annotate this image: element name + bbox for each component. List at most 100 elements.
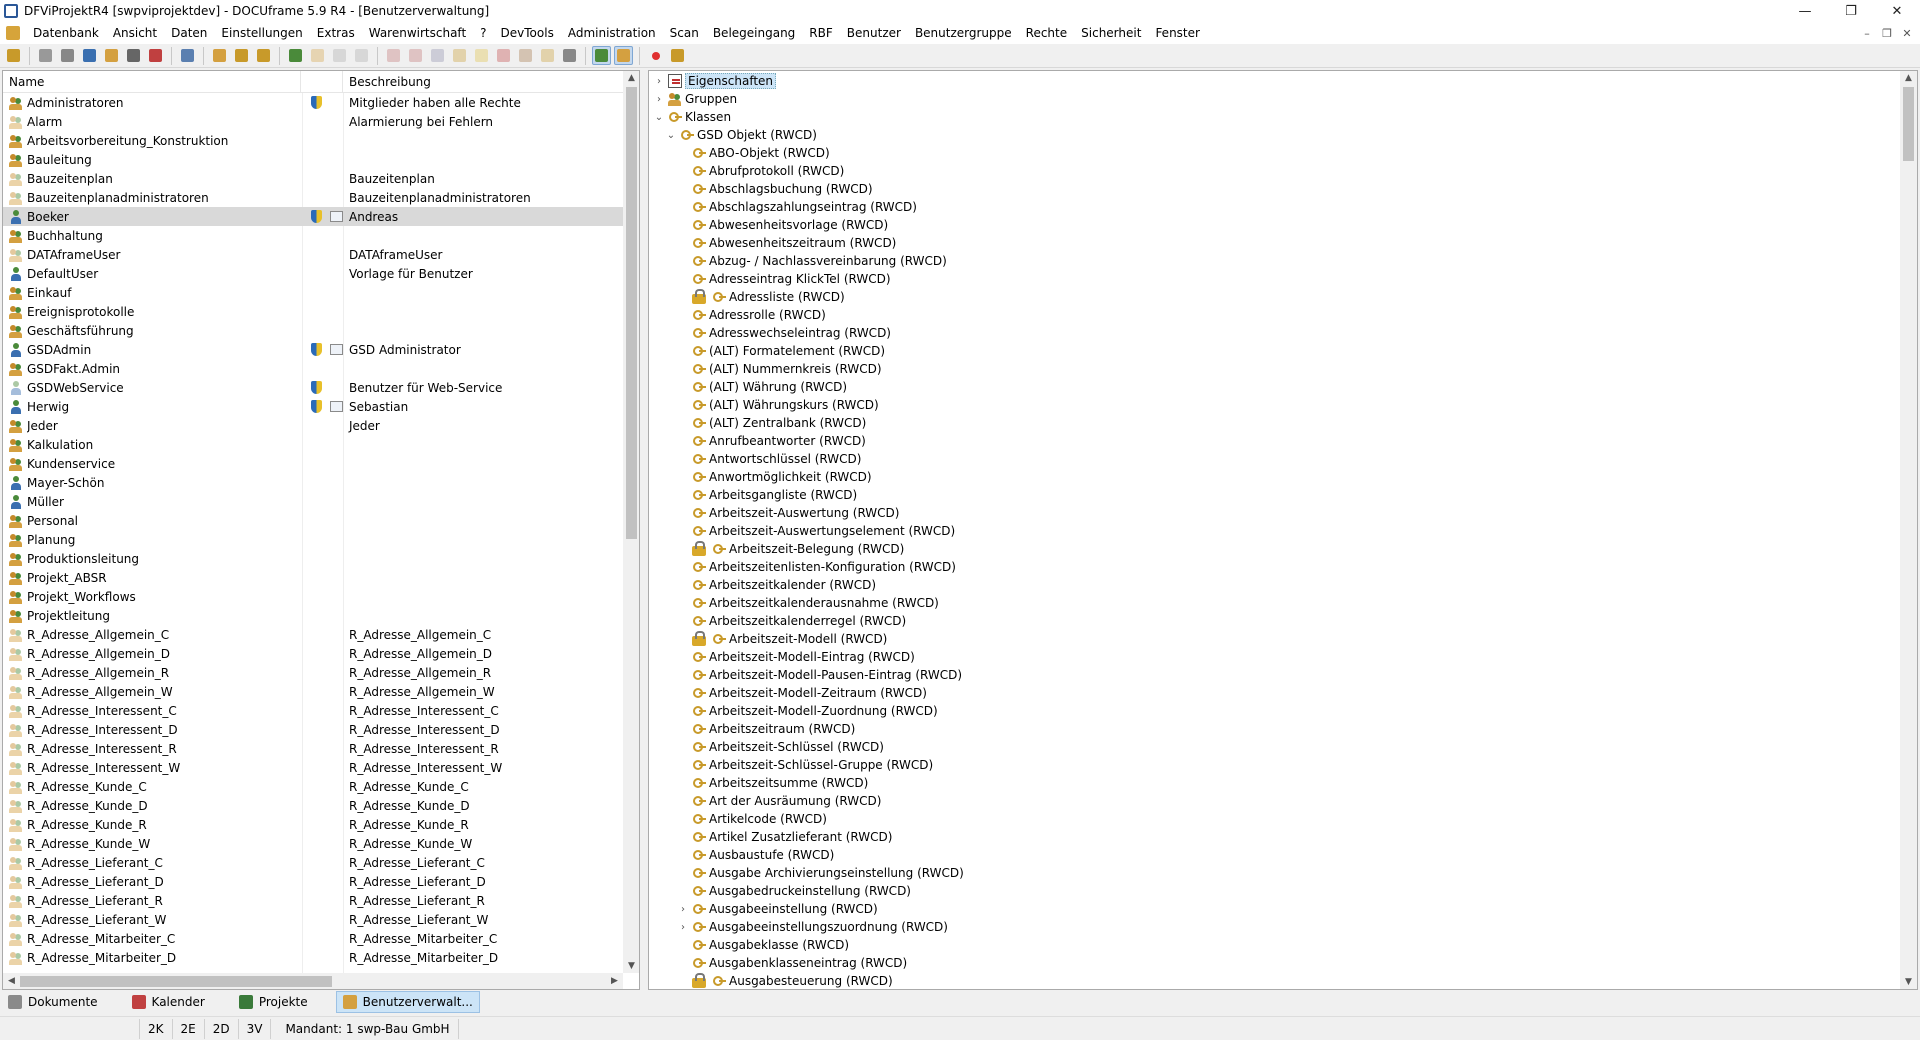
table-row[interactable]: Administratoren Mitglieder haben alle Rec… (3, 93, 623, 112)
tree-node-class[interactable]: Abschlagsbuchung (RWCD) (677, 180, 873, 198)
tree-node-class[interactable]: (ALT) Nummernkreis (RWCD) (677, 360, 882, 378)
tree-node-class[interactable]: Abwesenheitszeitraum (RWCD) (677, 234, 896, 252)
toolbar-user-button[interactable] (286, 46, 305, 65)
tree-node-eigenschaften[interactable]: › Eigenschaften (653, 72, 777, 90)
vertical-scrollbar[interactable]: ▲ ▼ (1900, 71, 1917, 989)
tree-node-class[interactable]: Arbeitszeit-Auswertungselement (RWCD) (677, 522, 955, 540)
tree-node-class[interactable]: Artikel Zusatzlieferant (RWCD) (677, 828, 892, 846)
tree-node-class[interactable]: Arbeitszeit-Modell-Eintrag (RWCD) (677, 648, 915, 666)
toolbar-flash-button[interactable] (668, 46, 687, 65)
toolbar-cut-button[interactable] (494, 46, 513, 65)
table-row[interactable]: R_Adresse_Allgemein_C R_Adresse_Allgemein… (3, 625, 623, 644)
table-row[interactable]: R_Adresse_Interessent_W R_Adresse_Interes… (3, 758, 623, 777)
table-row[interactable]: Projekt_Workflows (3, 587, 623, 606)
toolbar-export-button[interactable] (254, 46, 273, 65)
tree-node-class[interactable]: Arbeitszeitsumme (RWCD) (677, 774, 868, 792)
tree-node-class[interactable]: Antwortschlüssel (RWCD) (677, 450, 861, 468)
tree-node-class[interactable]: Arbeitszeit-Belegung (RWCD) (677, 540, 904, 558)
expand-arrow-icon[interactable]: › (677, 904, 689, 915)
table-row[interactable]: R_Adresse_Allgemein_R R_Adresse_Allgemein… (3, 663, 623, 682)
tree-node-class[interactable]: (ALT) Zentralbank (RWCD) (677, 414, 866, 432)
expand-arrow-icon[interactable]: › (677, 922, 689, 933)
toolbar-group-button[interactable] (308, 46, 327, 65)
tree-node-class[interactable]: Ausgabesteuerung (RWCD) (677, 972, 893, 989)
menu-scan[interactable]: Scan (663, 26, 706, 40)
tab-kalender[interactable]: Kalender (126, 991, 211, 1013)
tree-node-class[interactable]: Ausgabe Archivierungseinstellung (RWCD) (677, 864, 964, 882)
expand-arrow-icon[interactable]: › (653, 76, 665, 87)
restore-button[interactable]: ❐ (1828, 0, 1874, 22)
table-row[interactable]: Produktionsleitung (3, 549, 623, 568)
mdi-restore-button[interactable]: ❐ (1878, 24, 1896, 42)
tree-node-class[interactable]: Arbeitszeit-Schlüssel (RWCD) (677, 738, 884, 756)
tree-node-class[interactable]: Adressliste (RWCD) (677, 288, 845, 306)
table-row[interactable]: R_Adresse_Mitarbeiter_C R_Adresse_Mitarbe… (3, 929, 623, 948)
tree-node-class[interactable]: Arbeitszeitkalender (RWCD) (677, 576, 876, 594)
scroll-thumb[interactable] (626, 87, 637, 539)
scroll-thumb[interactable] (20, 976, 332, 987)
tree-node-class[interactable]: Arbeitsgangliste (RWCD) (677, 486, 857, 504)
tree-node-klassen[interactable]: ⌄ Klassen (653, 108, 731, 126)
tree-node-class[interactable]: Arbeitszeit-Modell-Pausen-Eintrag (RWCD) (677, 666, 962, 684)
table-row[interactable]: Kalkulation (3, 435, 623, 454)
tree-node-class[interactable]: Arbeitszeitkalenderregel (RWCD) (677, 612, 906, 630)
table-row[interactable]: R_Adresse_Allgemein_W R_Adresse_Allgemein… (3, 682, 623, 701)
table-row[interactable]: DefaultUser Vorlage für Benutzer (3, 264, 623, 283)
menu-benutzer[interactable]: Benutzer (840, 26, 908, 40)
tree-node-class[interactable]: Arbeitszeit-Modell (RWCD) (677, 630, 887, 648)
toolbar-window-button[interactable] (58, 46, 77, 65)
menu-fenster[interactable]: Fenster (1148, 26, 1207, 40)
toolbar-note-button[interactable] (102, 46, 121, 65)
tree-node-class[interactable]: Art der Ausräumung (RWCD) (677, 792, 881, 810)
table-row[interactable]: R_Adresse_Kunde_C R_Adresse_Kunde_C (3, 777, 623, 796)
table-row[interactable]: R_Adresse_Kunde_W R_Adresse_Kunde_W (3, 834, 623, 853)
tree-node-class[interactable]: Adresseintrag KlickTel (RWCD) (677, 270, 891, 288)
tree-node-class[interactable]: › Ausgabeeinstellung (RWCD) (677, 900, 878, 918)
tree-node-class[interactable]: Abwesenheitsvorlage (RWCD) (677, 216, 888, 234)
toolbar-user-edit-button[interactable] (330, 46, 349, 65)
scroll-right-arrow[interactable]: ▶ (606, 976, 623, 986)
table-row[interactable]: Projektleitung (3, 606, 623, 625)
table-row[interactable]: Bauleitung (3, 150, 623, 169)
horizontal-scrollbar[interactable]: ◀ ▶ (3, 973, 623, 989)
toolbar-tool-button[interactable] (384, 46, 403, 65)
table-row[interactable]: R_Adresse_Allgemein_D R_Adresse_Allgemein… (3, 644, 623, 663)
table-row[interactable]: R_Adresse_Lieferant_R R_Adresse_Lieferant… (3, 891, 623, 910)
menu-belegeingang[interactable]: Belegeingang (706, 26, 802, 40)
table-row[interactable]: Boeker Andreas (3, 207, 623, 226)
close-button[interactable]: ✕ (1874, 0, 1920, 22)
table-row[interactable]: Kundenservice (3, 454, 623, 473)
toolbar-phone-button[interactable] (178, 46, 197, 65)
menu-rbf[interactable]: RBF (802, 26, 839, 40)
tree-node-class[interactable]: Ausgabedruckeinstellung (RWCD) (677, 882, 911, 900)
tree-node-gsd-objekt[interactable]: ⌄ GSD Objekt (RWCD) (665, 126, 817, 144)
tree-node-class[interactable]: Ausgabeklasse (RWCD) (677, 936, 849, 954)
tree-node-class[interactable]: Abzug- / Nachlassvereinbarung (RWCD) (677, 252, 947, 270)
menu-devtools[interactable]: DevTools (494, 26, 561, 40)
tree-node-class[interactable]: Abrufprotokoll (RWCD) (677, 162, 844, 180)
scroll-up-arrow[interactable]: ▲ (623, 73, 639, 83)
table-row[interactable]: Müller (3, 492, 623, 511)
toolbar-grid-button[interactable] (560, 46, 579, 65)
expand-arrow-icon[interactable]: › (653, 94, 665, 105)
tree-node-class[interactable]: Arbeitszeit-Auswertung (RWCD) (677, 504, 899, 522)
table-row[interactable]: Geschäftsführung (3, 321, 623, 340)
table-row[interactable]: R_Adresse_Lieferant_W R_Adresse_Lieferant… (3, 910, 623, 929)
toolbar-attach-button[interactable] (124, 46, 143, 65)
table-row[interactable]: Jeder Jeder (3, 416, 623, 435)
table-row[interactable]: Alarm Alarmierung bei Fehlern (3, 112, 623, 131)
tab-benutzerverwalt[interactable]: Benutzerverwalt... (335, 991, 480, 1013)
scroll-down-arrow[interactable]: ▼ (623, 961, 639, 971)
scroll-up-arrow[interactable]: ▲ (1900, 73, 1917, 83)
toolbar-open-button[interactable] (4, 46, 23, 65)
toolbar-calendar-button[interactable] (146, 46, 165, 65)
table-row[interactable]: Mayer-Schön (3, 473, 623, 492)
table-row[interactable]: Personal (3, 511, 623, 530)
menu-extras[interactable]: Extras (310, 26, 362, 40)
tree-node-class[interactable]: ABO-Objekt (RWCD) (677, 144, 830, 162)
tree-node-class[interactable]: Arbeitszeitraum (RWCD) (677, 720, 855, 738)
toolbar-tool2-button[interactable] (406, 46, 425, 65)
table-row[interactable]: Planung (3, 530, 623, 549)
menu-benutzergruppe[interactable]: Benutzergruppe (908, 26, 1019, 40)
toolbar-delete-button[interactable] (352, 46, 371, 65)
